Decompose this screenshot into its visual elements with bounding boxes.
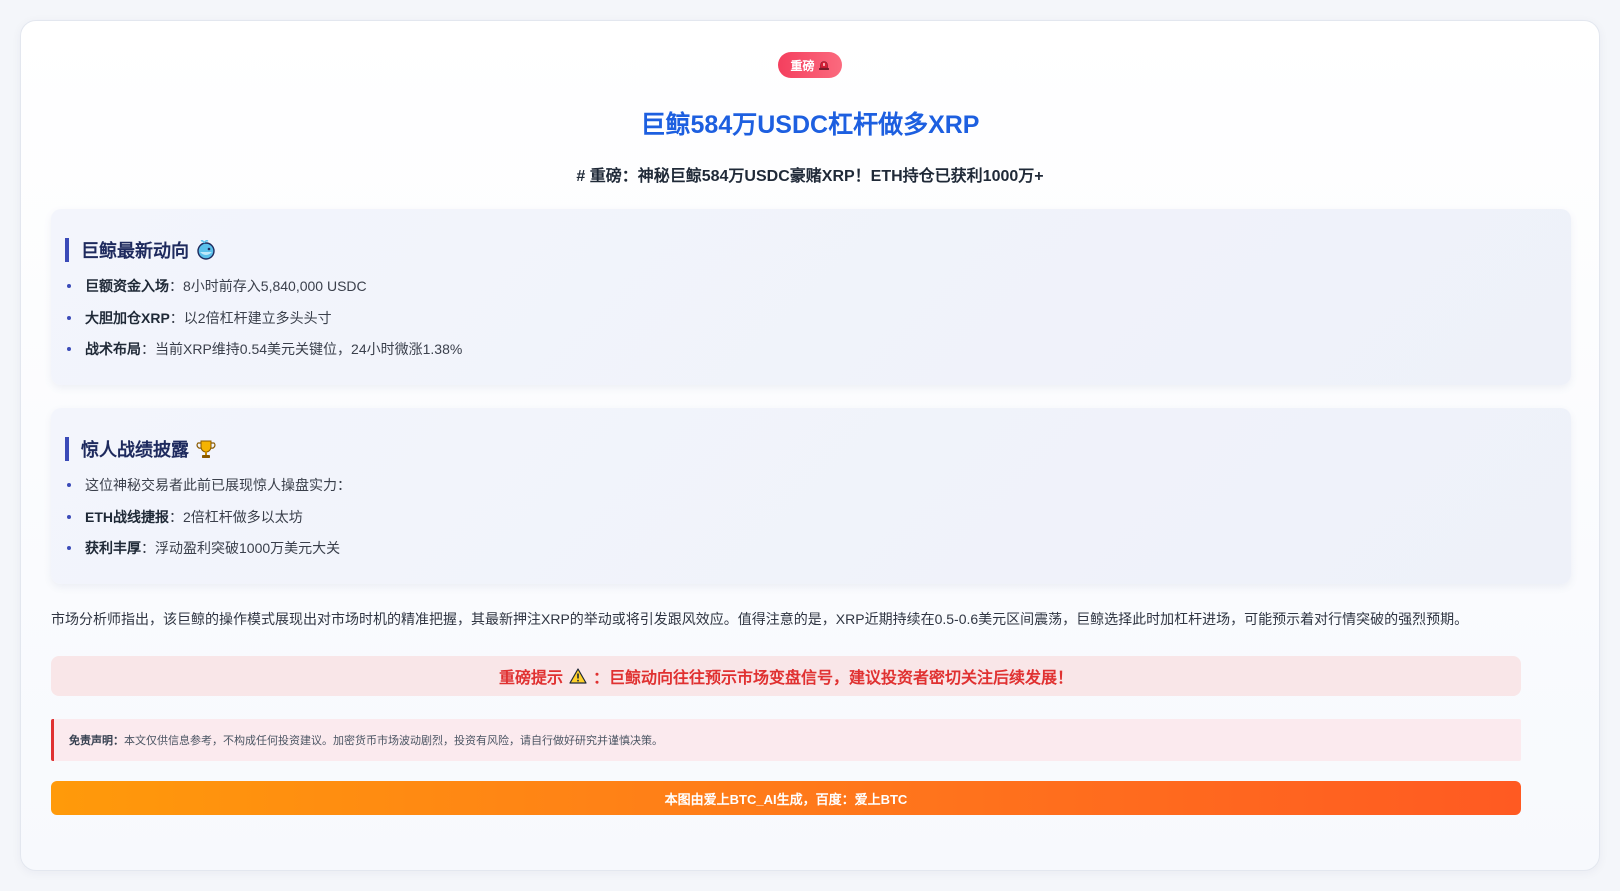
item-key: ETH战线捷报 [85, 508, 169, 525]
section-track-record: 惊人战绩披露 这位神秘交易者此前已展现惊人操盘实力： ETH战线捷报：2倍杠杆做… [51, 408, 1571, 584]
whale-moves-list: 巨额资金入场：8小时前存入5,840,000 USDC 大胆加仓XRP：以2倍杠… [65, 275, 462, 370]
item-text: ：浮动盈利突破1000万美元大关 [141, 540, 341, 556]
whale-icon [197, 240, 215, 260]
list-item: 获利丰厚：浮动盈利突破1000万美元大关 [65, 537, 351, 569]
siren-icon [818, 61, 829, 70]
footer-banner: 本图由爱上BTC_AI生成，百度：爱上BTC [51, 781, 1521, 815]
item-text: ：当前XRP维持0.54美元关键位，24小时微涨1.38% [141, 341, 463, 357]
breaking-badge: 重磅 [778, 52, 842, 78]
section-heading-text: 巨鲸最新动向 [81, 241, 189, 261]
alert-text: ：巨鲸动向往往预示市场变盘信号，建议投资者密切关注后续发展！ [593, 670, 1074, 687]
section-heading: 巨鲸最新动向 [65, 238, 217, 262]
list-item: 这位神秘交易者此前已展现惊人操盘实力： [65, 474, 351, 506]
trophy-icon [196, 440, 216, 458]
page-subtitle: # 重磅：神秘巨鲸584万USDC豪赌XRP！ETH持仓已获利1000万+ [576, 168, 1044, 185]
badge-label: 重磅 [790, 58, 815, 73]
item-text: 这位神秘交易者此前已展现惊人操盘实力： [85, 477, 351, 493]
item-text: ：以2倍杠杆建立多头头寸 [169, 309, 332, 326]
item-text: ：8小时前存入5,840,000 USDC [169, 278, 367, 294]
warning-icon [569, 668, 587, 684]
list-item: 战术布局：当前XRP维持0.54美元关键位，24小时微涨1.38% [65, 338, 462, 370]
analysis-paragraph: 市场分析师指出，该巨鲸的操作模式展现出对市场时机的精准把握，其最新押注XRP的举… [51, 611, 1469, 627]
item-key: 大胆加仓XRP [85, 309, 170, 326]
badge-wrapper: 重磅 [21, 52, 1599, 78]
section-whale-moves: 巨鲸最新动向 巨额资金入场：8小时前存入5,840,000 USDC 大胆加仓X… [51, 209, 1571, 385]
disclaimer-label: 免责声明： [69, 735, 124, 747]
track-record-list: 这位神秘交易者此前已展现惊人操盘实力： ETH战线捷报：2倍杠杆做多以太坊 获利… [65, 474, 351, 569]
item-key: 战术布局 [85, 341, 141, 357]
disclaimer-box: 免责声明： 本文仅供信息参考，不构成任何投资建议。加密货币市场波动剧烈，投资有风… [51, 719, 1521, 761]
disclaimer-text: 本文仅供信息参考，不构成任何投资建议。加密货币市场波动剧烈，投资有风险，请自行做… [124, 735, 663, 747]
list-item: 大胆加仓XRP：以2倍杠杆建立多头头寸 [65, 307, 462, 339]
section-heading-text: 惊人战绩披露 [81, 440, 189, 460]
article-card: 重磅 巨鲸584万USDC杠杆做多XRP # 重磅：神秘巨鲸584万USDC豪赌… [20, 20, 1600, 871]
page-title: 巨鲸584万USDC杠杆做多XRP [640, 111, 980, 139]
list-item: 巨额资金入场：8小时前存入5,840,000 USDC [65, 275, 462, 307]
alert-banner: 重磅提示 ：巨鲸动向往往预示市场变盘信号，建议投资者密切关注后续发展！ [51, 656, 1521, 696]
alert-prefix: 重磅提示 [498, 670, 563, 687]
list-item: ETH战线捷报：2倍杠杆做多以太坊 [65, 506, 351, 538]
item-key: 获利丰厚 [85, 540, 141, 556]
item-key: 巨额资金入场 [85, 278, 169, 294]
item-text: ：2倍杠杆做多以太坊 [169, 508, 303, 525]
section-heading: 惊人战绩披露 [65, 437, 217, 461]
